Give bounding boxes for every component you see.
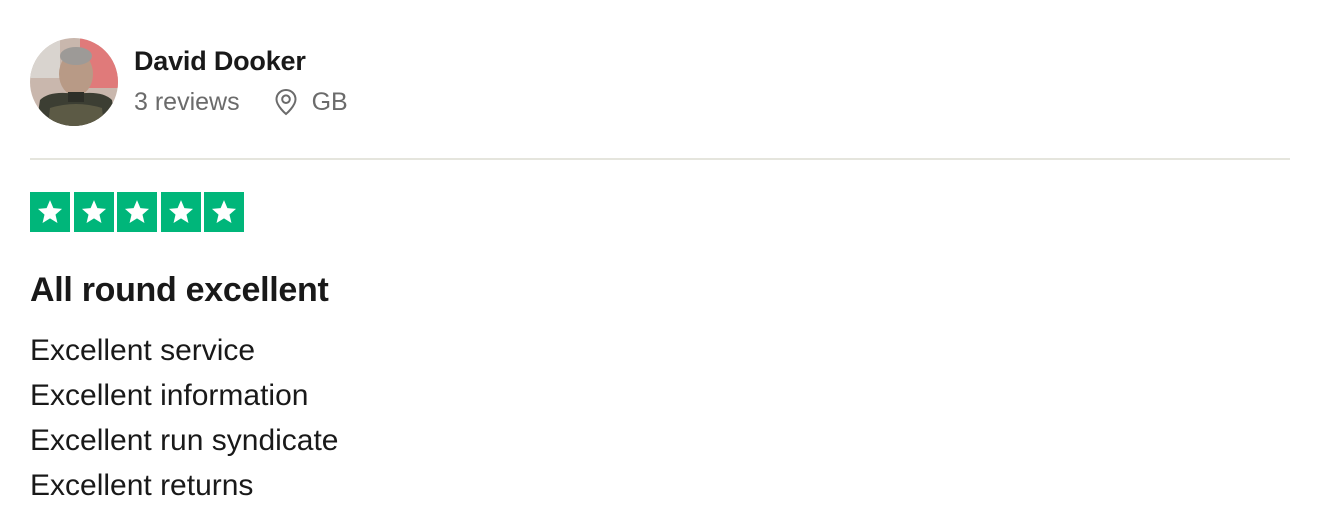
star-icon (30, 192, 70, 232)
consumer-avatar[interactable] (30, 38, 118, 126)
star-icon (160, 192, 201, 232)
review-line: Excellent run syndicate (30, 424, 339, 457)
review-line: Excellent information (30, 379, 309, 412)
consumer-info: David Dooker 3 reviews GB (134, 45, 348, 117)
review-line: Excellent returns (30, 469, 254, 502)
review-count: 3 reviews (134, 88, 240, 116)
star-rating (30, 192, 1290, 232)
consumer-meta: 3 reviews GB (134, 87, 348, 117)
divider (30, 158, 1290, 160)
star-icon (73, 192, 114, 232)
consumer-name[interactable]: David Dooker (134, 45, 348, 77)
review-title[interactable]: All round excellent (30, 270, 1290, 310)
star-icon (117, 192, 157, 232)
location-pin-icon (274, 88, 312, 116)
location-label: GB (311, 88, 348, 116)
star-icon (204, 192, 244, 232)
review-body: Excellent service Excellent information … (30, 328, 1290, 508)
review-card: David Dooker 3 reviews GB All round exce… (30, 36, 1290, 508)
consumer-header: David Dooker 3 reviews GB (30, 36, 1290, 128)
consumer-location: GB (274, 87, 348, 117)
review-line: Excellent service (30, 334, 256, 367)
